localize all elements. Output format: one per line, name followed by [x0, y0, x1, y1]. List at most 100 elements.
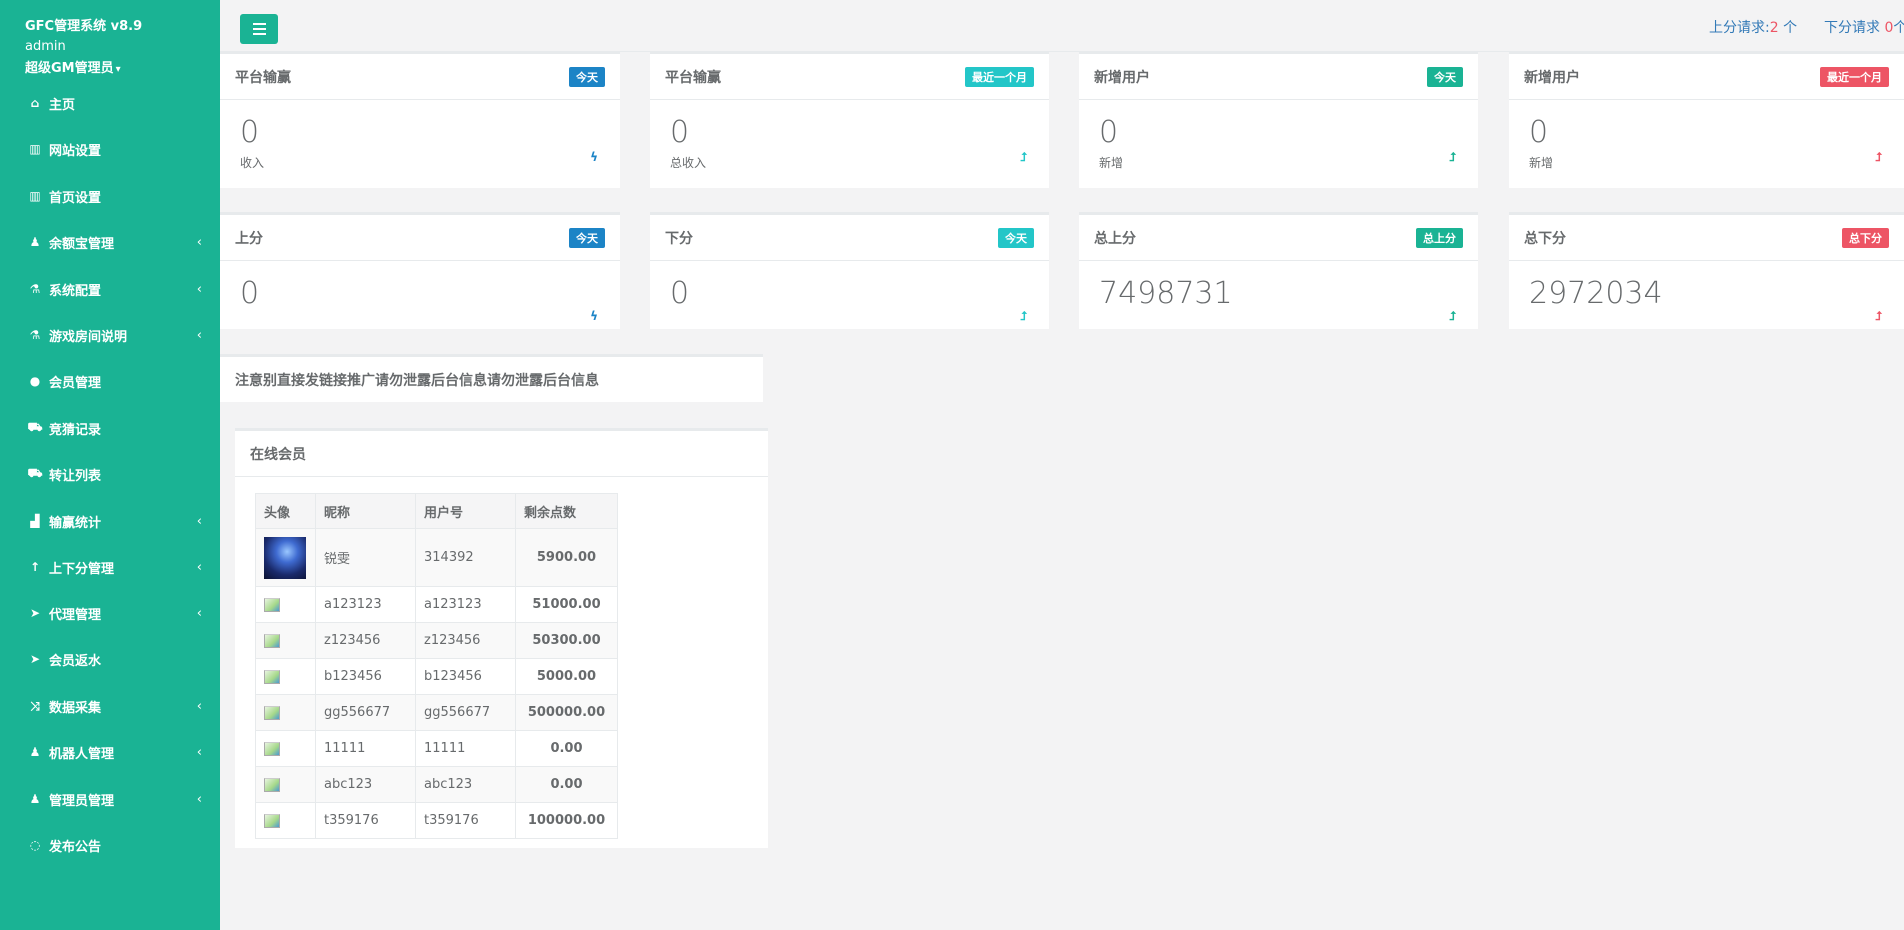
sidebar-item-label: 转让列表: [49, 468, 102, 484]
sidebar-item[interactable]: ➤ 代理管理 ‹: [0, 595, 220, 631]
card-sublabel: 新增: [1099, 156, 1124, 170]
table-row: gg556677 gg556677 500000.00: [255, 694, 618, 731]
card-sublabel: 新增: [1529, 156, 1554, 170]
sidebar-item[interactable]: ♟ 余额宝管理 ‹: [0, 224, 220, 260]
comment-icon: ◌: [29, 838, 41, 852]
stat-card: 平台输赢 最近一个月 0 总收入 ⮥: [650, 51, 1049, 188]
card-badge: 总上分: [1416, 227, 1463, 248]
points-cell: 50300.00: [515, 622, 618, 659]
sidebar-item[interactable]: ⚗ 系统配置 ‹: [0, 271, 220, 307]
card-title: 新增用户: [1094, 69, 1150, 86]
sidebar-item[interactable]: ● 会员管理: [0, 363, 220, 399]
card-header: 上分 今天: [220, 215, 620, 261]
sidebar-item[interactable]: ⛟ 转让列表: [0, 456, 220, 492]
sidebar-item-label: 竞猜记录: [49, 422, 102, 438]
points-cell: 5900.00: [515, 528, 618, 587]
column-header-uid: 用户号: [415, 493, 516, 529]
level-up-icon: ⮥: [1019, 150, 1027, 164]
broken-image-icon: [264, 597, 280, 612]
card-value: 0: [240, 276, 260, 311]
card-value: 0: [240, 115, 260, 150]
paper-plane-icon: ➤: [29, 606, 41, 620]
sidebar-item-label: 上下分管理: [49, 561, 115, 577]
bar-chart-icon: ▟: [30, 514, 40, 528]
user-role-dropdown[interactable]: 超级GM管理员 ▾: [25, 57, 121, 76]
avatar-cell: [255, 730, 316, 767]
up-request-link[interactable]: 上分请求:2 个: [1709, 17, 1797, 37]
sidebar-item-label: 会员返水: [49, 653, 102, 669]
user-role-label: 超级GM管理员: [25, 61, 114, 76]
card-content: 0ϟ: [220, 261, 620, 327]
table-row: 锐雯 314392 5900.00: [255, 528, 618, 587]
home-icon: ⌂: [30, 96, 40, 110]
bolt-icon: ϟ: [590, 309, 598, 323]
points-cell: 0.00: [515, 766, 618, 803]
sidebar-item[interactable]: ⌂ 主页: [0, 85, 220, 121]
nickname-cell: gg556677: [315, 694, 416, 731]
broken-image-icon: [264, 813, 280, 828]
card-header: 新增用户 今天: [1079, 54, 1478, 100]
card-title: 平台输赢: [665, 69, 721, 86]
chevron-left-icon: ‹: [196, 281, 202, 297]
card-title: 平台输赢: [235, 69, 291, 86]
nickname-cell: 11111: [315, 730, 416, 767]
sidebar-item[interactable]: ⛟ 竞猜记录: [0, 410, 220, 446]
sidebar-item[interactable]: ⚗ 游戏房间说明 ‹: [0, 317, 220, 353]
columns-icon: ▥: [29, 189, 41, 203]
uid-cell: b123456: [415, 658, 516, 695]
chevron-left-icon: ‹: [196, 513, 202, 529]
broken-image-icon: [264, 741, 280, 756]
broken-image-icon: [264, 633, 280, 648]
uid-cell: z123456: [415, 622, 516, 659]
column-header-avatar: 头像: [255, 493, 316, 529]
sidebar-item[interactable]: ➤ 会员返水: [0, 641, 220, 677]
sidebar-item-label: 代理管理: [49, 607, 102, 623]
level-up-icon: ⮥: [1448, 309, 1456, 323]
sidebar-item[interactable]: ▥ 网站设置: [0, 131, 220, 167]
column-header-nickname: 昵称: [315, 493, 416, 529]
nickname-cell: a123123: [315, 586, 416, 623]
flask-icon: ⚗: [29, 328, 41, 342]
card-value: 0: [670, 276, 690, 311]
card-value: 0: [1099, 115, 1119, 150]
sidebar-item[interactable]: ♟ 机器人管理 ‹: [0, 734, 220, 770]
sidebar: GFC管理系统 v8.9 admin 超级GM管理员 ▾ ⌂ 主页 ▥ 网站设置 ▥ 首页设…: [0, 0, 220, 930]
menu-toggle-button[interactable]: [240, 14, 278, 44]
sidebar-item-label: 余额宝管理: [49, 236, 115, 252]
down-request-link[interactable]: 下分请求 0个: [1824, 17, 1904, 37]
points-cell: 100000.00: [515, 802, 618, 839]
stat-card: 上分 今天 0 ϟ: [220, 212, 620, 329]
avatar-cell: [255, 528, 316, 587]
avatar-cell: [255, 802, 316, 839]
table-row: b123456 b123456 5000.00: [255, 658, 618, 695]
card-title: 新增用户: [1524, 69, 1580, 86]
sidebar-item[interactable]: ↑ 上下分管理 ‹: [0, 549, 220, 585]
male-icon: ♟: [29, 792, 41, 806]
sidebar-item-label: 网站设置: [49, 143, 102, 159]
card-content: 0 总收入 ⮥: [650, 100, 1049, 187]
card-badge: 总下分: [1842, 227, 1889, 248]
app-title: GFC管理系统 v8.9: [25, 19, 143, 34]
sidebar-item[interactable]: ▥ 首页设置: [0, 178, 220, 214]
sidebar-item[interactable]: ▟ 输赢统计 ‹: [0, 503, 220, 539]
card-content: 0 新增 ⮥: [1509, 100, 1904, 187]
online-members-panel: 在线会员 头像 昵称 用户号 剩余点数 锐雯 314392 5900.00 a1231…: [235, 428, 768, 848]
points-cell: 500000.00: [515, 694, 618, 731]
points-cell: 5000.00: [515, 658, 618, 695]
level-up-icon: ↑: [29, 560, 41, 574]
sidebar-item[interactable]: ♟ 管理员管理 ‹: [0, 781, 220, 817]
bars-icon: [252, 23, 266, 25]
up-request-label: 上分请求:: [1709, 20, 1770, 36]
user-icon: ●: [29, 374, 41, 388]
card-header: 平台输赢 今天: [220, 54, 620, 100]
down-request-label: 下分请求: [1824, 20, 1885, 36]
sidebar-item[interactable]: ⤨ 数据采集 ‹: [0, 688, 220, 724]
card-content: 0 收入 ϟ: [220, 100, 620, 187]
sidebar-item-label: 数据采集: [49, 700, 102, 716]
nickname-cell: z123456: [315, 622, 416, 659]
level-up-icon: ⮥: [1448, 150, 1456, 164]
male-icon: ♟: [29, 235, 41, 249]
card-content: 0 新增 ⮥: [1079, 100, 1478, 187]
card-title: 总上分: [1094, 230, 1136, 247]
sidebar-item[interactable]: ◌ 发布公告: [0, 827, 220, 863]
